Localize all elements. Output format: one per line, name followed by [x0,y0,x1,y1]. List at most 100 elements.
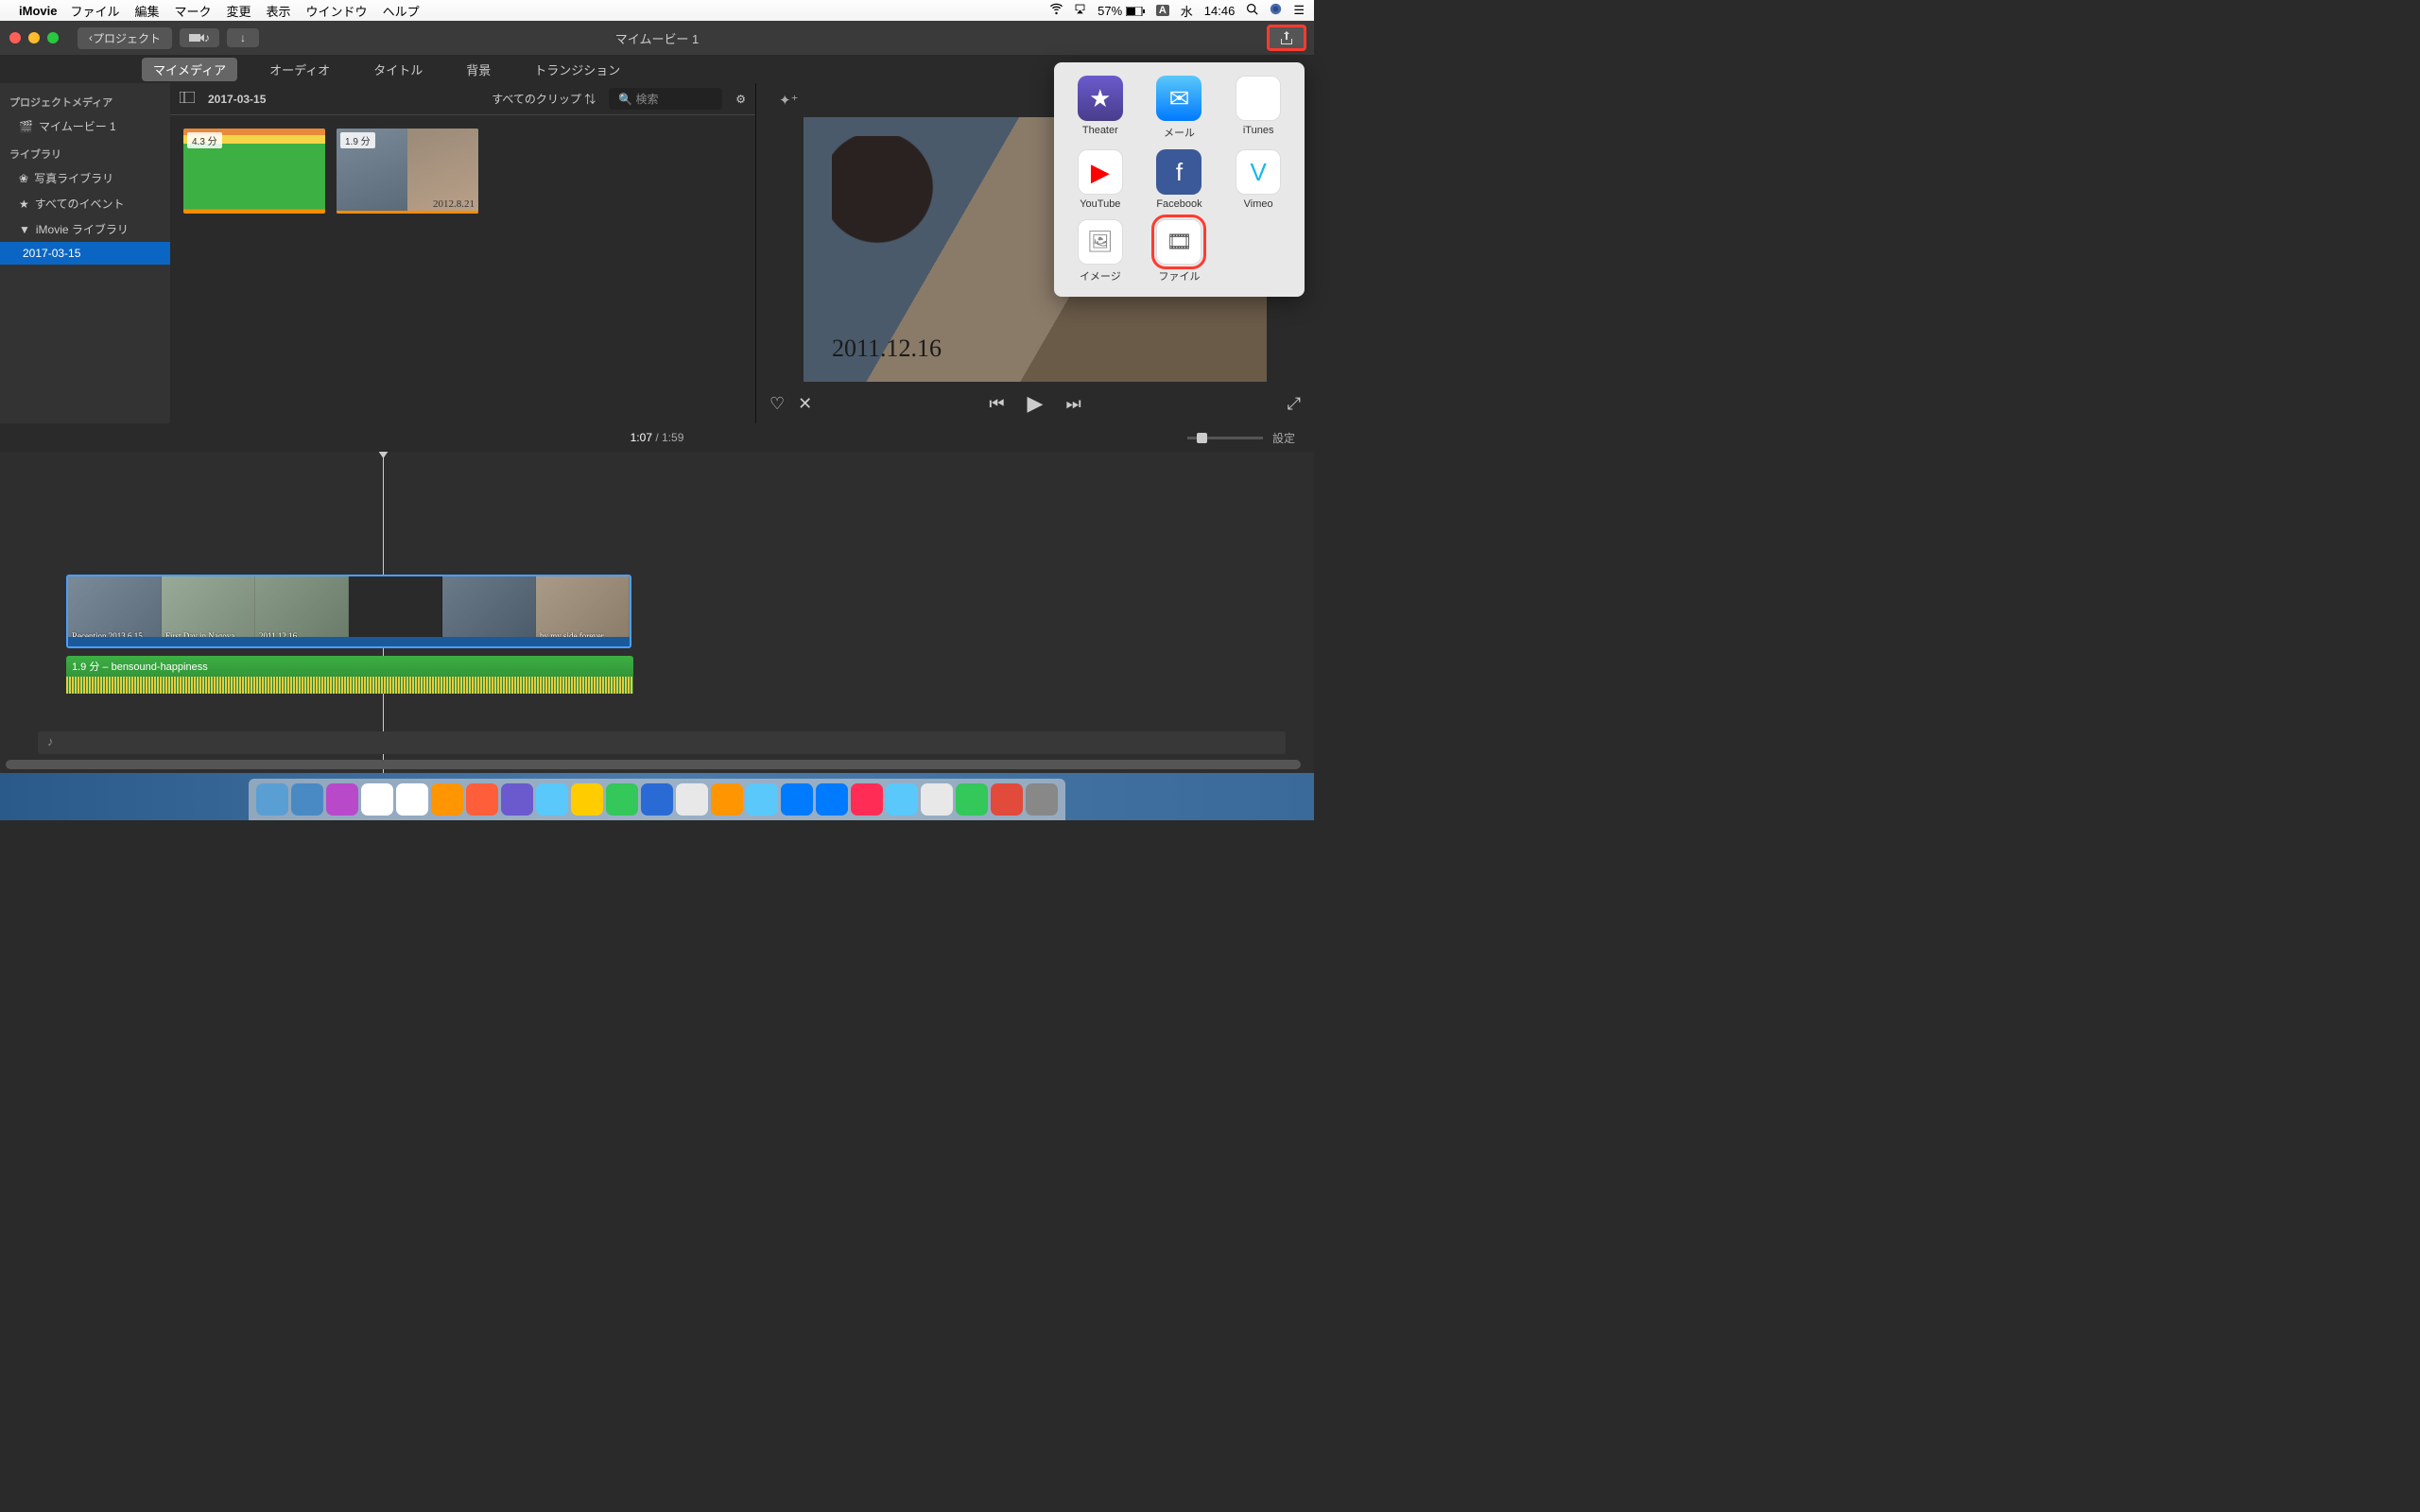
dock-app-icon[interactable] [606,783,638,816]
dock-app-icon[interactable] [746,783,778,816]
share-option-イメージ[interactable]: 🖼イメージ [1063,219,1137,284]
minimize-window-button[interactable] [28,32,40,43]
share-option-facebook[interactable]: fFacebook [1143,149,1217,210]
sidebar-item-label: マイムービー 1 [39,118,116,134]
tab-titles[interactable]: タイトル [362,58,434,81]
menu-modify[interactable]: 変更 [227,2,251,20]
zoom-window-button[interactable] [47,32,59,43]
clip-thumbnail[interactable]: 4.3 分 [183,129,325,214]
dock-app-icon[interactable] [816,783,848,816]
music-well[interactable]: ♪ [38,731,1286,754]
timeline[interactable]: Reception 2013.6.15 First Day in Nagoya … [0,452,1314,773]
menu-view[interactable]: 表示 [267,2,291,20]
share-label: YouTube [1080,198,1120,210]
star-icon: ★ [19,198,29,211]
clip-filter-dropdown[interactable]: すべてのクリップ ⇅ [492,91,596,107]
dock-app-icon[interactable] [676,783,708,816]
media-browser: 2017-03-15 すべてのクリップ ⇅ 🔍 検索 ⚙ 4.3 分 1.9 分… [170,83,756,423]
dock-app-icon[interactable] [921,783,953,816]
airplay-icon[interactable] [1074,3,1086,18]
reject-icon[interactable]: ✕ [798,394,812,414]
gear-icon[interactable]: ⚙ [735,93,746,106]
dock-app-icon[interactable] [326,783,358,816]
disclosure-triangle-icon[interactable]: ▼ [19,223,30,236]
video-track[interactable]: Reception 2013.6.15 First Day in Nagoya … [66,575,631,648]
close-window-button[interactable] [9,32,21,43]
menu-window[interactable]: ウインドウ [306,2,368,20]
share-button[interactable] [1267,25,1306,51]
dock-app-icon[interactable] [256,783,288,816]
notification-center-icon[interactable]: ☰ [1293,3,1305,18]
dock-app-icon[interactable] [991,783,1023,816]
clock-time[interactable]: 14:46 [1204,4,1236,18]
settings-button[interactable]: 設定 [1272,430,1295,446]
share-icon: f [1156,149,1201,195]
menu-file[interactable]: ファイル [70,2,119,20]
battery-percent: 57% [1098,4,1122,18]
flower-icon: ❀ [19,172,28,185]
tab-backgrounds[interactable]: 背景 [455,58,502,81]
share-option-theater[interactable]: ★Theater [1063,76,1137,140]
app-menu[interactable]: iMovie [19,4,57,18]
battery-status[interactable]: 57% [1098,4,1145,18]
share-label: iTunes [1243,125,1274,136]
tab-audio[interactable]: オーディオ [258,58,341,81]
sidebar-item-event-selected[interactable]: 2017-03-15 [0,242,170,265]
play-button[interactable]: ▶ [1028,391,1044,416]
input-source-badge[interactable]: A [1156,5,1169,16]
dock-app-icon[interactable] [781,783,813,816]
audio-clip-label: 1.9 分 – bensound-happiness [66,656,633,677]
menu-edit[interactable]: 編集 [134,2,159,20]
dock-app-icon[interactable] [641,783,673,816]
prev-button[interactable]: ⏮ [989,394,1004,414]
dock-app-icon[interactable] [291,783,323,816]
dock-app-icon[interactable] [1026,783,1058,816]
siri-icon[interactable] [1270,3,1282,18]
sidebar-item-all-events[interactable]: ★ すべてのイベント [0,191,170,216]
sidebar-item-label: すべてのイベント [35,196,125,212]
dock-app-icon[interactable] [711,783,743,816]
back-label: プロジェクト [93,30,161,46]
sidebar-toggle-icon[interactable] [180,92,195,106]
frame-caption: by my side forever [540,631,604,641]
zoom-slider[interactable] [1187,437,1263,439]
timeline-scrollbar[interactable] [6,760,1301,769]
share-option-youtube[interactable]: ▶YouTube [1063,149,1137,210]
dock-app-icon[interactable] [571,783,603,816]
dock-app-icon[interactable] [466,783,498,816]
favorite-icon[interactable]: ♡ [769,394,785,414]
browser-toolbar: 2017-03-15 すべてのクリップ ⇅ 🔍 検索 ⚙ [170,83,755,115]
wifi-icon[interactable] [1050,3,1063,18]
share-option-itunes[interactable]: ♫iTunes [1221,76,1295,140]
dock-app-icon[interactable] [956,783,988,816]
dock-app-icon[interactable] [501,783,533,816]
clip-thumbnail[interactable]: 1.9 分 2012.8.21 [337,129,478,214]
sidebar-item-photos[interactable]: ❀写真ライブラリ [0,165,170,191]
audio-track[interactable]: 1.9 分 – bensound-happiness [66,656,633,694]
dock-app-icon[interactable] [851,783,883,816]
spotlight-icon[interactable] [1246,3,1258,18]
share-option-vimeo[interactable]: VVimeo [1221,149,1295,210]
dock-app-icon[interactable] [431,783,463,816]
sidebar-item-movie[interactable]: 🎬マイムービー 1 [0,113,170,139]
dock-app-icon[interactable] [396,783,428,816]
search-input[interactable]: 🔍 検索 [609,88,722,110]
clock-day[interactable]: 水 [1181,2,1193,20]
magic-wand-icon[interactable]: ✦⁺ [779,92,799,109]
next-button[interactable]: ⏭ [1065,394,1080,414]
tab-my-media[interactable]: マイメディア [142,58,237,81]
sidebar-item-label: 2017-03-15 [23,247,80,260]
dock-app-icon[interactable] [886,783,918,816]
share-option-メール[interactable]: ✉メール [1143,76,1217,140]
dock-app-icon[interactable] [536,783,568,816]
import-media-button[interactable]: ♪ [180,28,219,47]
sidebar-item-imovie-lib[interactable]: ▼iMovie ライブラリ [0,216,170,242]
fullscreen-icon[interactable]: ⤢ [1288,394,1301,414]
projects-back-button[interactable]: ‹ プロジェクト [78,27,172,49]
download-button[interactable]: ↓ [227,28,259,47]
share-option-ファイル[interactable]: 🎞ファイル [1143,219,1217,284]
menu-mark[interactable]: マーク [175,2,212,20]
menu-help[interactable]: ヘルプ [383,2,420,20]
tab-transitions[interactable]: トランジション [523,58,631,81]
dock-app-icon[interactable] [361,783,393,816]
